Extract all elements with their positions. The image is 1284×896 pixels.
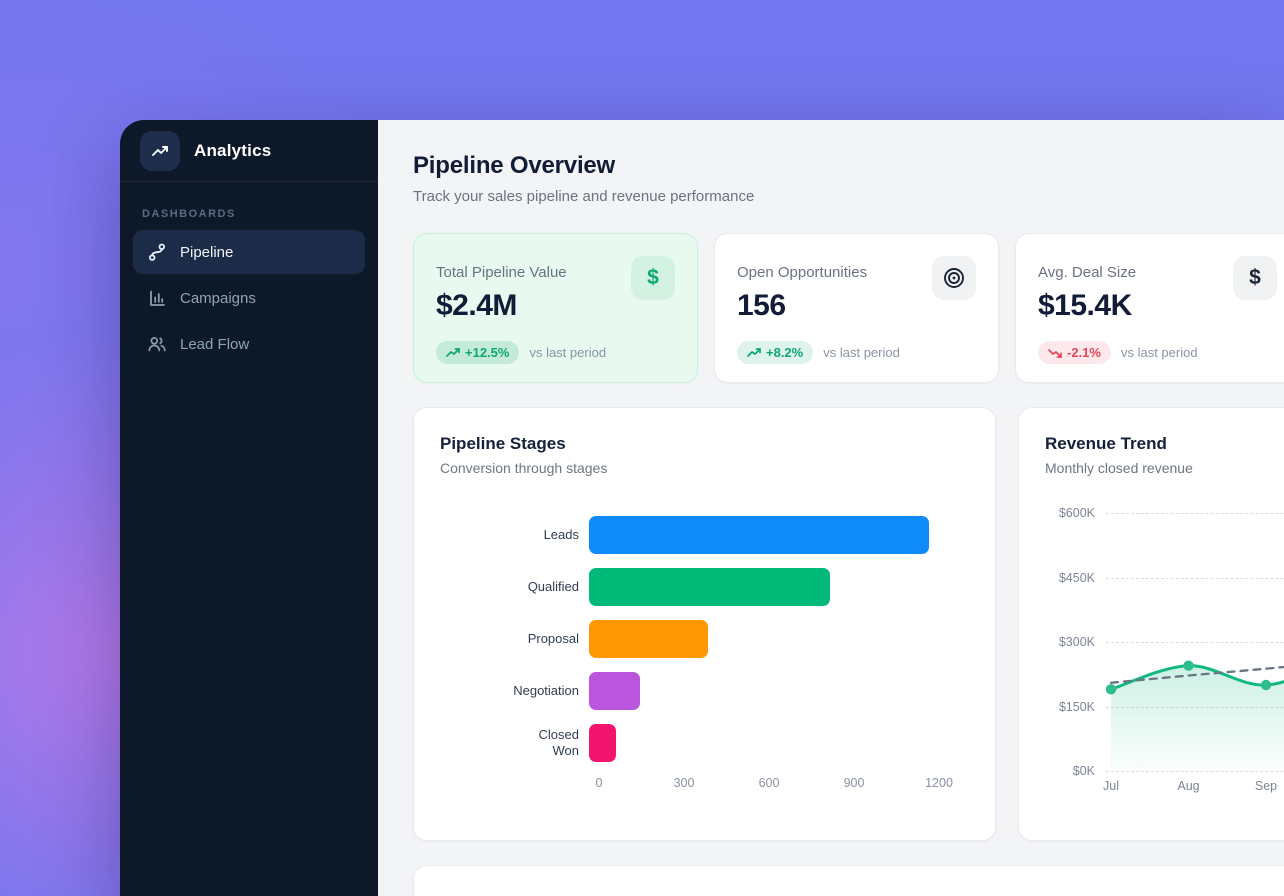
bar <box>589 568 830 606</box>
delta-badge: +12.5% <box>436 341 519 364</box>
bar <box>589 516 929 554</box>
revenue-trend-line-chart: $600K$450K$300K$150K$0KJulAugSepOct <box>1045 513 1284 803</box>
bar <box>589 724 616 762</box>
x-axis-tick: 900 <box>844 776 865 790</box>
pipeline-stages-bar-chart: Leads Qualified Proposal Negotiation Closed … <box>440 516 969 762</box>
bar <box>589 672 640 710</box>
sidebar: Analytics DASHBOARDS Pipeline <box>120 120 378 896</box>
sidebar-item-pipeline[interactable]: Pipeline <box>133 230 365 274</box>
charts-row: Pipeline Stages Conversion through stage… <box>413 407 1284 841</box>
kpi-compare: vs last period <box>529 345 606 360</box>
bar-row: Closed Won <box>440 724 969 762</box>
bar-chart-x-axis: 03006009001200 <box>599 776 939 794</box>
bar-category-label: Closed Won <box>440 727 589 760</box>
trending-down-icon <box>1048 348 1062 358</box>
brand-name: Analytics <box>194 141 271 161</box>
sidebar-item-campaigns[interactable]: Campaigns <box>133 276 365 320</box>
kpi-card-avg-deal-size: Avg. Deal Size $15.4K -2.1% vs last peri… <box>1015 233 1284 383</box>
bar-row: Proposal <box>440 620 969 658</box>
chart-title: Pipeline Stages <box>440 434 969 454</box>
bar-category-label: Negotiation <box>440 683 589 699</box>
bar <box>589 620 708 658</box>
bar-category-label: Qualified <box>440 579 589 595</box>
page-subtitle: Track your sales pipeline and revenue pe… <box>413 188 1284 205</box>
bar-category-label: Leads <box>440 527 589 543</box>
kpi-card-open-opportunities: Open Opportunities 156 +8.2% vs last per… <box>714 233 999 383</box>
data-point-dot <box>1261 680 1271 690</box>
chart-subtitle: Monthly closed revenue <box>1045 460 1284 476</box>
sidebar-item-label: Lead Flow <box>180 336 249 353</box>
pipeline-stages-card: Pipeline Stages Conversion through stage… <box>413 407 996 841</box>
target-icon <box>932 256 976 300</box>
kpi-card-total-pipeline-value: Total Pipeline Value $2.4M +12.5% vs las… <box>413 233 698 383</box>
page-title: Pipeline Overview <box>413 152 1284 180</box>
sidebar-item-label: Campaigns <box>180 290 256 307</box>
x-axis-tick: 0 <box>596 776 603 790</box>
kpi-compare: vs last period <box>823 345 900 360</box>
nav-section-label: DASHBOARDS <box>120 182 378 230</box>
data-point-dot <box>1183 660 1193 670</box>
dollar-sign-icon: $ <box>631 256 675 300</box>
revenue-trend-card: Revenue Trend Monthly closed revenue $60… <box>1018 407 1284 841</box>
area-fill <box>1111 657 1284 771</box>
route-icon <box>147 242 167 262</box>
x-axis-tick: 1200 <box>925 776 953 790</box>
main-content: Pipeline Overview Track your sales pipel… <box>378 120 1284 896</box>
users-icon <box>147 334 167 354</box>
trending-up-icon <box>747 348 761 358</box>
bar-row: Leads <box>440 516 969 554</box>
sidebar-item-lead-flow[interactable]: Lead Flow <box>133 322 365 366</box>
sidebar-item-label: Pipeline <box>180 244 233 261</box>
bar-row: Qualified <box>440 568 969 606</box>
delta-badge: -2.1% <box>1038 341 1111 364</box>
trending-up-logo-icon <box>140 131 180 171</box>
kpi-compare: vs last period <box>1121 345 1198 360</box>
chart-title: Revenue Trend <box>1045 434 1284 454</box>
data-point-dot <box>1106 684 1116 694</box>
sidebar-nav: Pipeline Campaigns Lead Flow <box>120 230 378 366</box>
bar-category-label: Proposal <box>440 631 589 647</box>
kpi-row: Total Pipeline Value $2.4M +12.5% vs las… <box>413 233 1284 383</box>
chart-subtitle: Conversion through stages <box>440 460 969 476</box>
bar-row: Negotiation <box>440 672 969 710</box>
x-axis-tick: 600 <box>759 776 780 790</box>
line-chart-svg <box>1045 513 1284 803</box>
dollar-sign-icon: $ <box>1233 256 1277 300</box>
trending-up-icon <box>446 348 460 358</box>
bar-chart-icon <box>147 288 167 308</box>
delta-badge: +8.2% <box>737 341 813 364</box>
app-window: Analytics DASHBOARDS Pipeline <box>120 120 1284 896</box>
brand: Analytics <box>120 120 378 182</box>
x-axis-tick: 300 <box>674 776 695 790</box>
bottom-card <box>413 865 1284 896</box>
